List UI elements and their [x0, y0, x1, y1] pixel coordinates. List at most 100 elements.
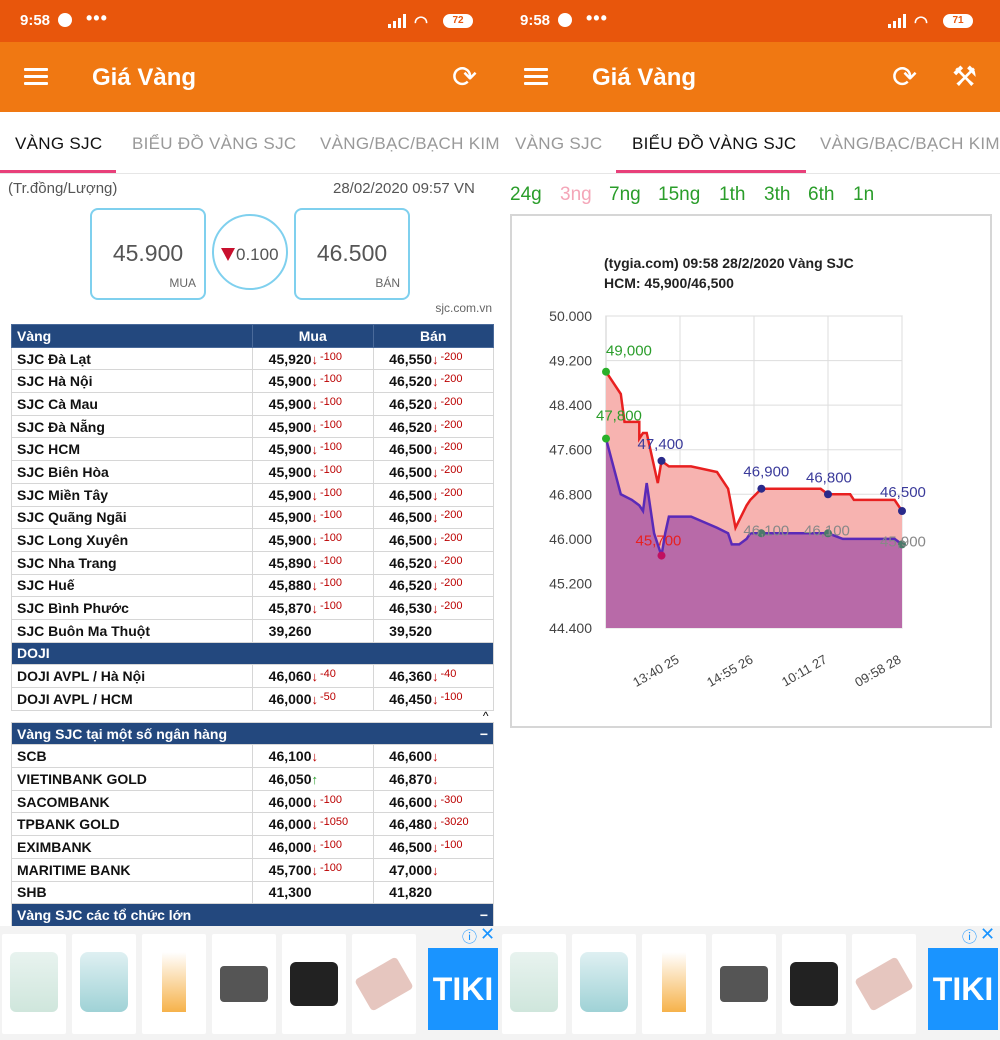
signal-icon — [888, 14, 908, 28]
row-sell-change-value: -200 — [440, 463, 463, 476]
hamburger-menu-icon[interactable] — [524, 68, 548, 86]
row-buy-change: ↓ -100 — [312, 461, 368, 480]
table-row[interactable]: SJC Biên Hòa 45,900↓ -100 46,500↓ -200 — [11, 460, 494, 484]
ad-product[interactable] — [782, 934, 846, 1034]
range-1n[interactable]: 1n — [853, 184, 874, 206]
table-row[interactable]: SCB 46,100↓ 46,600↓ — [11, 744, 494, 769]
table-row[interactable]: SJC Đà Nẵng 45,900↓ -100 46,520↓ -200 — [11, 414, 494, 439]
ad-product[interactable] — [282, 934, 346, 1034]
table-row[interactable]: SJC Buôn Ma Thuột 39,260 39,520 — [11, 618, 494, 643]
table-row[interactable]: SJC Long Xuyên 45,900↓ -100 46,500↓ -200 — [11, 528, 494, 552]
range-6th[interactable]: 6th — [808, 184, 834, 206]
table-row[interactable]: MARITIME BANK 45,700↓ -100 47,000↓ — [11, 857, 494, 882]
collapse-icon[interactable]: − — [480, 907, 488, 923]
data-label: 46,100 — [743, 522, 789, 539]
range-7ng[interactable]: 7ng — [609, 184, 641, 206]
row-sell-value: 46,550 — [389, 350, 432, 367]
down-arrow-icon: ↓ — [311, 691, 319, 707]
refresh-icon[interactable]: ⟳ — [452, 60, 477, 95]
tiki-logo[interactable]: TIKI — [428, 948, 498, 1030]
app-title: Giá Vàng — [592, 64, 697, 91]
ad-product[interactable] — [642, 934, 706, 1034]
ad-info-icon[interactable]: ⓘ — [462, 926, 477, 947]
row-sell-value: 41,820 — [389, 884, 432, 901]
ad-product[interactable] — [352, 934, 416, 1034]
collapse-icon[interactable]: − — [480, 726, 488, 742]
table-header: Vàng Mua Bán — [11, 324, 494, 348]
collapse-caret-icon[interactable]: ^ — [12, 710, 494, 722]
down-arrow-icon: ↓ — [311, 464, 319, 480]
table-row[interactable]: SJC Bình Phước 45,870↓ -100 46,530↓ -200 — [11, 596, 494, 620]
tab-vang-sjc[interactable]: VÀNG SJC — [15, 134, 102, 154]
table-row[interactable]: SJC Quãng Ngãi 45,900↓ -100 46,500↓ -200 — [11, 505, 494, 530]
ad-product[interactable] — [2, 934, 66, 1034]
table-row[interactable]: SJC Nha Trang 45,890↓ -100 46,520↓ -200 — [11, 550, 494, 575]
table-row[interactable]: EXIMBANK 46,000↓ -100 46,500↓ -100 — [11, 835, 494, 859]
tab-vang-bac[interactable]: VÀNG/BẠC/BẠCH KIM — [320, 134, 500, 154]
tab-bieu-do[interactable]: BIỂU ĐỒ VÀNG SJC — [632, 134, 796, 154]
range-15ng[interactable]: 15ng — [658, 184, 700, 206]
table-row[interactable]: TPBANK GOLD 46,000↓ -1050 46,480↓ -3020 — [11, 812, 494, 837]
row-sell-change: ↓ -200 — [432, 597, 488, 616]
tab-vang-sjc[interactable]: VÀNG SJC — [515, 134, 602, 154]
ad-product[interactable] — [572, 934, 636, 1034]
ad-product[interactable] — [212, 934, 276, 1034]
row-buy: 45,900↓ -100 — [252, 482, 374, 507]
row-buy-value: 45,900 — [268, 532, 312, 549]
ad-close-icon[interactable]: ✕ — [480, 924, 495, 945]
down-arrow-icon: ↓ — [432, 669, 439, 685]
table-row[interactable]: SJC HCM 45,900↓ -100 46,500↓ -200 — [11, 437, 494, 462]
down-arrow-icon: ↓ — [432, 578, 439, 594]
down-arrow-icon: ↓ — [311, 351, 319, 367]
row-sell-change-value: -200 — [440, 532, 463, 545]
refresh-icon[interactable]: ⟳ — [892, 60, 917, 95]
ad-banner[interactable]: ⓘ ✕ TIKI — [500, 924, 1000, 1040]
row-name: SJC HCM — [11, 437, 253, 462]
table-row[interactable]: SJC Huế 45,880↓ -100 46,520↓ -200 — [11, 573, 494, 598]
ad-banner[interactable]: ⓘ ✕ TIKI — [0, 924, 500, 1040]
table-row[interactable]: SACOMBANK 46,000↓ -100 46,600↓ -300 — [11, 789, 494, 814]
data-label: 46,100 — [804, 522, 850, 539]
ad-close-icon[interactable]: ✕ — [980, 924, 995, 945]
ad-product[interactable] — [142, 934, 206, 1034]
range-1th[interactable]: 1th — [719, 184, 745, 206]
row-name: TPBANK GOLD — [11, 812, 253, 837]
y-tick-label: 47.600 — [549, 442, 592, 458]
row-buy: 46,000↓ -100 — [252, 835, 374, 859]
ad-product[interactable] — [502, 934, 566, 1034]
range-3ng[interactable]: 3ng — [560, 184, 592, 206]
hamburger-menu-icon[interactable] — [24, 68, 48, 86]
row-buy: 45,890↓ -100 — [252, 550, 374, 575]
tab-bieu-do[interactable]: BIỂU ĐỒ VÀNG SJC — [132, 134, 296, 154]
down-arrow-icon: ↓ — [311, 601, 319, 617]
range-3th[interactable]: 3th — [764, 184, 790, 206]
status-time: 9:58 — [520, 12, 551, 29]
table-row[interactable]: DOJI AVPL / HCM 46,000↓ -50 46,450↓ -100 — [11, 687, 494, 711]
ad-info-icon[interactable]: ⓘ — [962, 926, 977, 947]
table-row[interactable]: SJC Miền Tây 45,900↓ -100 46,500↓ -200 — [11, 482, 494, 507]
row-sell: 46,500↓ -200 — [372, 437, 494, 462]
row-sell-value: 46,360 — [389, 668, 432, 685]
table-row[interactable]: VIETINBANK GOLD 46,050↑ 46,870↓ — [11, 767, 494, 791]
table-row[interactable]: DOJI AVPL / Hà Nội 46,060↓ -40 46,360↓ -40 — [11, 664, 494, 688]
range-24g[interactable]: 24g — [510, 184, 542, 206]
active-tab-indicator — [0, 170, 116, 173]
tools-icon[interactable]: ⚒ — [952, 60, 977, 93]
section-doji[interactable]: DOJI — [11, 641, 494, 666]
table-row[interactable]: SJC Hà Nội 45,900↓ -100 46,520↓ -200 — [11, 369, 494, 394]
ad-product[interactable] — [852, 934, 916, 1034]
row-sell: 46,500↓ -200 — [372, 482, 494, 507]
table-row[interactable]: SJC Cà Mau 45,900↓ -100 46,520↓ -200 — [11, 392, 494, 416]
section-banks[interactable]: Vàng SJC tại một số ngân hàng − — [11, 721, 494, 746]
table-row[interactable]: SJC Đà Lạt 45,920↓ -100 46,550↓ -200 — [11, 346, 494, 371]
row-sell: 46,500↓ -200 — [372, 460, 494, 484]
ad-product[interactable] — [72, 934, 136, 1034]
data-label: 46,900 — [743, 464, 789, 481]
ad-product[interactable] — [712, 934, 776, 1034]
row-sell-change: ↓ -200 — [432, 461, 488, 480]
row-buy: 46,000↓ -50 — [252, 687, 374, 711]
table-row[interactable]: SHB 41,300 41,820 — [11, 880, 494, 905]
tiki-logo[interactable]: TIKI — [928, 948, 998, 1030]
section-orgs[interactable]: Vàng SJC các tổ chức lớn − — [11, 903, 494, 927]
tab-vang-bac[interactable]: VÀNG/BẠC/BẠCH KIM — [820, 134, 1000, 154]
